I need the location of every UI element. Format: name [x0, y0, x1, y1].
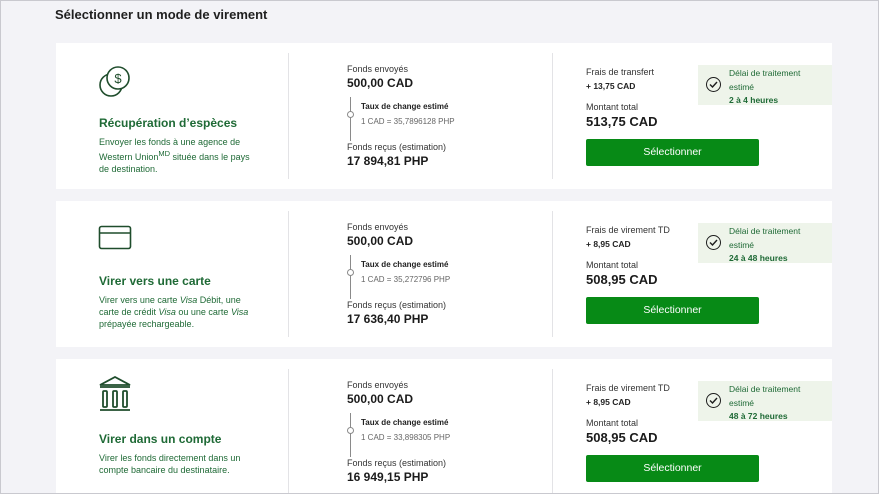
rate-value: 1 CAD = 35,272796 PHP	[361, 275, 451, 284]
rate-value: 1 CAD = 35,7896128 PHP	[361, 117, 455, 126]
check-circle-icon	[706, 393, 721, 408]
sent-label: Fonds envoyés	[347, 380, 409, 390]
rate-timeline-dot	[347, 111, 354, 118]
total-label: Montant total	[586, 418, 639, 428]
method-description: Virer vers une carte Visa Débit, une car…	[99, 295, 249, 329]
option-method: Virer dans un compte Virer les fonds dir…	[56, 359, 288, 493]
select-button[interactable]: Sélectionner	[586, 139, 759, 166]
delay-value: 48 à 72 heures	[729, 411, 788, 421]
rate-label: Taux de change estimé	[361, 418, 449, 427]
sent-amount: 500,00 CAD	[347, 76, 414, 90]
delay-value: 2 à 4 heures	[729, 95, 779, 105]
processing-delay-box: Délai de traitement estimé 2 à 4 heures	[698, 65, 832, 105]
check-circle-icon	[706, 77, 721, 92]
credit-card-icon	[98, 225, 132, 256]
rate-value: 1 CAD = 33,898305 PHP	[361, 433, 451, 442]
rate-timeline	[350, 413, 351, 457]
total-label: Montant total	[586, 260, 639, 270]
total-value: 508,95 CAD	[586, 430, 658, 445]
bank-icon	[98, 375, 132, 418]
transfer-option-bank-account: Virer dans un compte Virer les fonds dir…	[56, 359, 832, 493]
sent-amount: 500,00 CAD	[347, 392, 414, 406]
sent-label: Fonds envoyés	[347, 64, 409, 74]
fee-label: Frais de virement TD	[586, 225, 670, 235]
rate-label: Taux de change estimé	[361, 260, 449, 269]
option-method: $ Récupération d’espèces Envoyer les fon…	[56, 43, 288, 189]
processing-delay-box: Délai de traitement estimé 24 à 48 heure…	[698, 223, 832, 263]
page-title: Sélectionner un mode de virement	[55, 7, 268, 22]
sent-label: Fonds envoyés	[347, 222, 409, 232]
cash-coins-icon: $	[98, 65, 132, 104]
option-summary: Frais de transfert + 13,75 CAD Montant t…	[553, 43, 832, 189]
sent-amount: 500,00 CAD	[347, 234, 414, 248]
option-amounts: Fonds envoyés 500,00 CAD Taux de change …	[289, 359, 552, 493]
received-amount: 16 949,15 PHP	[347, 470, 429, 484]
option-summary: Frais de virement TD + 8,95 CAD Montant …	[553, 201, 832, 347]
total-label: Montant total	[586, 102, 639, 112]
received-label: Fonds reçus (estimation)	[347, 142, 447, 152]
rate-label: Taux de change estimé	[361, 102, 449, 111]
rate-timeline-dot	[347, 427, 354, 434]
received-label: Fonds reçus (estimation)	[347, 300, 447, 310]
processing-delay-box: Délai de traitement estimé 48 à 72 heure…	[698, 381, 832, 421]
received-label: Fonds reçus (estimation)	[347, 458, 447, 468]
method-title: Virer vers une carte	[99, 274, 211, 288]
fee-label: Frais de virement TD	[586, 383, 670, 393]
delay-value: 24 à 48 heures	[729, 253, 788, 263]
received-amount: 17 894,81 PHP	[347, 154, 429, 168]
method-title: Virer dans un compte	[99, 432, 222, 446]
option-summary: Frais de virement TD + 8,95 CAD Montant …	[553, 359, 832, 493]
fee-value: + 13,75 CAD	[586, 81, 636, 91]
option-amounts: Fonds envoyés 500,00 CAD Taux de change …	[289, 201, 552, 347]
method-description: Virer les fonds directement dans un comp…	[99, 453, 241, 475]
rate-timeline-dot	[347, 269, 354, 276]
total-value: 508,95 CAD	[586, 272, 658, 287]
svg-text:$: $	[114, 71, 122, 86]
delay-label: Délai de traitement estimé	[729, 68, 801, 92]
select-button[interactable]: Sélectionner	[586, 297, 759, 324]
transfer-option-cash-pickup: $ Récupération d’espèces Envoyer les fon…	[56, 43, 832, 189]
check-circle-icon	[706, 235, 721, 250]
app-frame: Sélectionner un mode de virement $ Récup…	[0, 0, 879, 494]
method-description: Envoyer les fonds à une agence de Wester…	[99, 137, 250, 174]
option-method: Virer vers une carte Virer vers une cart…	[56, 201, 288, 347]
fee-label: Frais de transfert	[586, 67, 655, 77]
delay-label: Délai de traitement estimé	[729, 384, 801, 408]
delay-label: Délai de traitement estimé	[729, 226, 801, 250]
received-amount: 17 636,40 PHP	[347, 312, 429, 326]
select-button[interactable]: Sélectionner	[586, 455, 759, 482]
method-title: Récupération d’espèces	[99, 116, 238, 130]
option-amounts: Fonds envoyés 500,00 CAD Taux de change …	[289, 43, 552, 189]
total-value: 513,75 CAD	[586, 114, 658, 129]
fee-value: + 8,95 CAD	[586, 239, 631, 249]
transfer-option-card: Virer vers une carte Virer vers une cart…	[56, 201, 832, 347]
rate-timeline	[350, 255, 351, 299]
fee-value: + 8,95 CAD	[586, 397, 631, 407]
rate-timeline	[350, 97, 351, 141]
